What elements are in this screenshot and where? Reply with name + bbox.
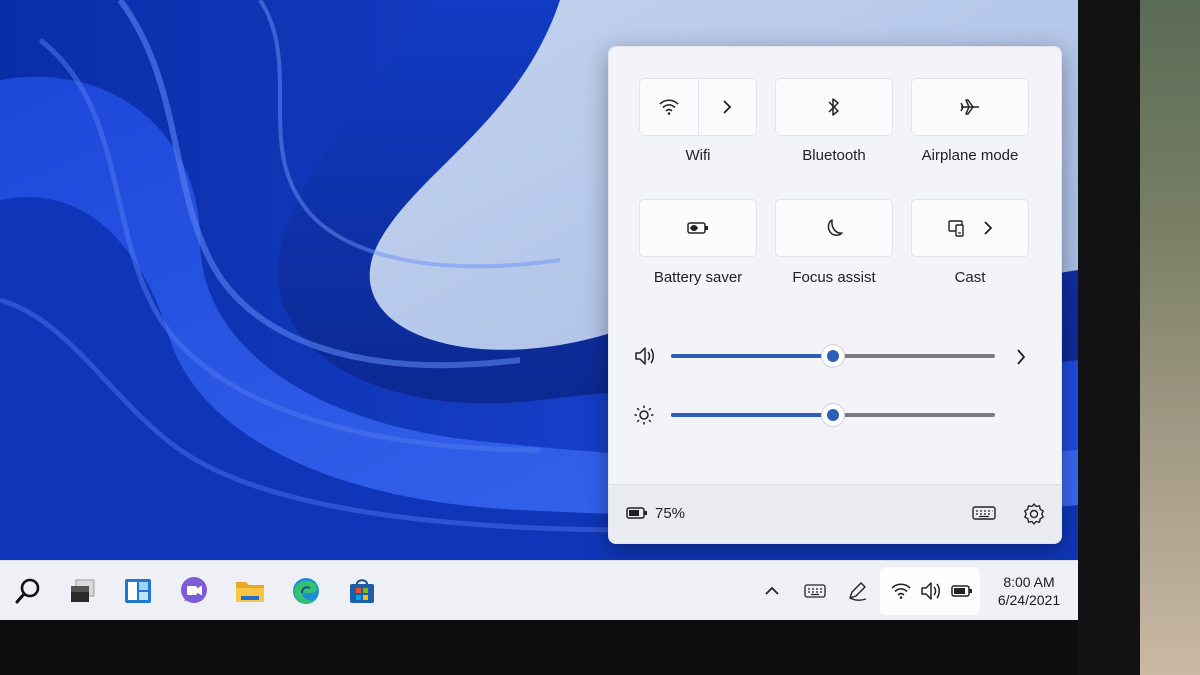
volume-slider-fill [671, 354, 833, 358]
bluetooth-tile[interactable] [775, 78, 893, 136]
desktop-screen: Wifi Bluetooth Airplane mode Battery sav… [0, 0, 1078, 620]
monitor-bezel-right [1078, 0, 1140, 675]
widgets-button[interactable] [120, 573, 156, 609]
pen-menu-button[interactable] [844, 575, 870, 607]
airplane-mode-tile[interactable] [911, 78, 1029, 136]
battery-percentage[interactable]: 75% [655, 505, 685, 522]
sun-icon [634, 405, 654, 425]
tray-battery[interactable] [948, 575, 976, 607]
focus-assist-tile[interactable] [775, 199, 893, 257]
edge-button[interactable] [288, 573, 324, 609]
teams-chat-button[interactable] [176, 573, 212, 609]
brightness-slider-fill [671, 413, 833, 417]
monitor-bezel-bottom [0, 620, 1078, 675]
cast-tile[interactable] [911, 199, 1029, 257]
cast-icon [948, 220, 964, 237]
clock[interactable]: 8:00 AM 6/24/2021 [986, 573, 1072, 609]
wifi-tile[interactable] [639, 78, 757, 136]
brightness-slider-thumb[interactable] [822, 404, 844, 426]
speaker-icon[interactable] [633, 345, 657, 367]
airplane-icon [960, 99, 979, 115]
taskbar: 8:00 AM 6/24/2021 [0, 560, 1078, 620]
tray-wifi[interactable] [888, 575, 914, 607]
wifi-toggle[interactable] [640, 79, 698, 135]
quick-settings-footer: 75% [609, 484, 1061, 543]
keyboard-icon [804, 584, 826, 598]
speaker-icon [921, 582, 940, 600]
background-blur [1140, 0, 1200, 675]
search-icon [15, 578, 40, 604]
battery-saver-tile[interactable] [639, 199, 757, 257]
settings-gear-icon[interactable] [1022, 502, 1046, 526]
wifi-label: Wifi [685, 147, 711, 164]
file-explorer-button[interactable] [232, 573, 268, 609]
chevron-up-icon [765, 586, 779, 595]
store-button[interactable] [344, 573, 380, 609]
bluetooth-label: Bluetooth [802, 147, 866, 164]
chevron-right-icon [723, 100, 732, 114]
teams-chat-icon [181, 577, 207, 603]
task-view-button[interactable] [64, 573, 100, 609]
show-hidden-icons-button[interactable] [760, 575, 784, 607]
wifi-icon [659, 99, 679, 115]
pen-icon [849, 582, 867, 601]
search-button[interactable] [10, 573, 46, 609]
chevron-right-icon[interactable] [983, 220, 993, 236]
clock-time: 8:00 AM [1003, 574, 1055, 590]
battery-saver-label: Battery saver [653, 269, 743, 286]
focus-assist-label: Focus assist [792, 269, 876, 286]
store-icon [350, 579, 374, 603]
wifi-expand-button[interactable] [698, 79, 756, 135]
battery-saver-icon [687, 222, 708, 234]
task-view-icon [71, 579, 95, 602]
wifi-icon [891, 583, 911, 599]
volume-slider-thumb[interactable] [822, 345, 844, 367]
edge-icon [293, 578, 319, 604]
touch-keyboard-button[interactable] [802, 575, 828, 607]
tray-volume[interactable] [918, 575, 944, 607]
cast-label: Cast [954, 269, 986, 286]
clock-date: 6/24/2021 [997, 592, 1061, 608]
airplane-mode-label: Airplane mode [921, 147, 1019, 164]
moon-icon [827, 219, 843, 236]
battery-icon[interactable] [625, 504, 649, 522]
bluetooth-icon [828, 98, 839, 116]
quick-settings-panel: Wifi Bluetooth Airplane mode Battery sav… [608, 46, 1062, 544]
keyboard-icon[interactable] [971, 503, 997, 523]
file-explorer-icon [236, 582, 264, 602]
battery-icon [951, 585, 972, 597]
widgets-icon [125, 579, 151, 603]
audio-output-chevron-icon[interactable] [1015, 348, 1027, 366]
